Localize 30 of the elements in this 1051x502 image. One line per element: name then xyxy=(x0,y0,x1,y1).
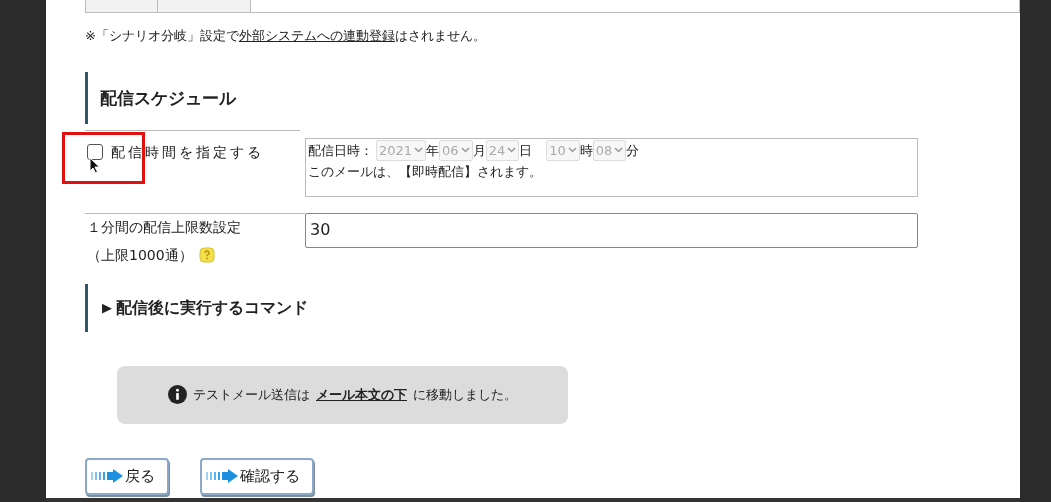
arrow-icon xyxy=(91,469,123,483)
chevron-down-icon xyxy=(567,147,577,154)
chevron-down-icon xyxy=(460,147,470,154)
delivery-message: このメールは、【即時配信】されます。 xyxy=(308,163,543,181)
unit-label: 年 xyxy=(426,141,440,160)
help-icon[interactable] xyxy=(198,246,215,263)
notice-text: テストメール送信は xyxy=(193,385,310,404)
rate-limit-note: （上限1000通） xyxy=(87,245,193,265)
notice-link[interactable]: メール本文の下 xyxy=(316,384,407,405)
rate-limit-label: １分間の配信上限数設定 xyxy=(87,217,242,237)
command-section-title[interactable]: 配信後に実行するコマンド xyxy=(116,295,308,320)
unit-label: 月 xyxy=(472,141,486,160)
rate-limit-field[interactable]: 30 xyxy=(305,212,918,248)
nav-button[interactable]: 確認する xyxy=(200,457,314,495)
chevron-down-icon xyxy=(507,147,517,154)
chevron-down-icon xyxy=(414,147,424,154)
nav-button[interactable]: 戻る xyxy=(85,457,169,495)
external-link[interactable]: 外部システムへの連動登録 xyxy=(238,28,395,43)
unit-label: 分 xyxy=(626,141,640,160)
expand-toggle[interactable]: ▶ xyxy=(102,297,112,318)
section-title: 配信スケジュール xyxy=(100,87,236,111)
unit-label: 日 xyxy=(519,141,533,160)
info-icon xyxy=(168,385,187,404)
chevron-down-icon xyxy=(614,147,624,154)
unit-label: 時 xyxy=(579,141,593,160)
arrow-icon xyxy=(206,469,238,483)
notice-text: に移動しました。 xyxy=(413,385,517,404)
note-text: ※「シナリオ分岐」設定で外部システムへの連動登録はされません。 xyxy=(85,27,487,45)
datetime-label: 配信日時： xyxy=(308,141,373,160)
mouse-cursor-icon xyxy=(89,156,101,174)
